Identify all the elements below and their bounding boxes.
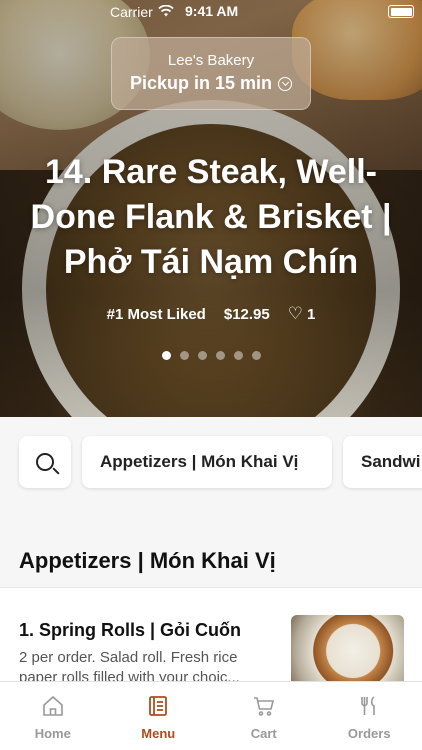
tab-home[interactable]: Home (0, 682, 106, 750)
carousel-dot[interactable] (161, 351, 171, 360)
tab-label: Home (34, 726, 71, 741)
menu-item-card[interactable]: 1. Spring Rolls | Gỏi Cuốn 2 per order. … (0, 587, 422, 695)
menu-icon (149, 696, 168, 716)
pickup-selector[interactable]: Lee's Bakery Pickup in 15 min (111, 37, 311, 110)
carousel-indicator[interactable] (0, 351, 422, 360)
likes[interactable]: ♡ 1 (288, 304, 316, 324)
hero-banner[interactable]: Carrier 9:41 AM Lee's Bakery Pickup in 1… (0, 0, 422, 417)
pickup-time: Pickup in 15 min (129, 73, 273, 93)
menu-item-name: 1. Spring Rolls | Gỏi Cuốn (19, 620, 242, 640)
carousel-dot[interactable] (251, 351, 261, 360)
tab-bar: Home Menu Cart Orders (0, 681, 422, 750)
clock: 9:41 AM (185, 3, 239, 19)
featured-price: $12.95 (223, 305, 270, 323)
featured-item-title: 14. Rare Steak, Well-Done Flank & Briske… (30, 153, 392, 281)
search-icon (36, 453, 54, 471)
category-chip-sandwiches[interactable]: Sandwi (343, 436, 422, 488)
battery-icon (388, 5, 414, 18)
most-liked-badge: #1 Most Liked (106, 305, 206, 323)
home-icon (42, 695, 63, 716)
category-bar: Appetizers | Món Khai Vị Sandwi (0, 417, 422, 509)
chevron-down-icon (278, 76, 293, 91)
carousel-dot[interactable] (197, 351, 207, 360)
likes-count: 1 (307, 305, 316, 323)
featured-item-meta: #1 Most Liked $12.95 ♡ 1 (0, 304, 422, 324)
search-button[interactable] (19, 436, 71, 488)
section-title: Appetizers | Món Khai Vị (19, 548, 276, 573)
tab-label: Orders (347, 726, 391, 741)
wifi-icon (158, 5, 174, 17)
tab-orders[interactable]: Orders (317, 682, 422, 750)
carrier-label: Carrier (110, 4, 153, 20)
tab-menu[interactable]: Menu (106, 682, 212, 750)
carousel-dot[interactable] (215, 351, 225, 360)
tab-label: Cart (250, 726, 277, 741)
carousel-dot[interactable] (179, 351, 189, 360)
orders-icon (361, 696, 376, 715)
category-chip-appetizers[interactable]: Appetizers | Món Khai Vị (82, 436, 332, 488)
status-bar: Carrier 9:41 AM (0, 0, 422, 24)
cart-icon (253, 697, 274, 716)
carousel-dot[interactable] (233, 351, 243, 360)
heart-icon: ♡ (287, 304, 303, 323)
store-name: Lee's Bakery (167, 52, 255, 69)
tab-cart[interactable]: Cart (211, 682, 317, 750)
tab-label: Menu (141, 726, 176, 741)
